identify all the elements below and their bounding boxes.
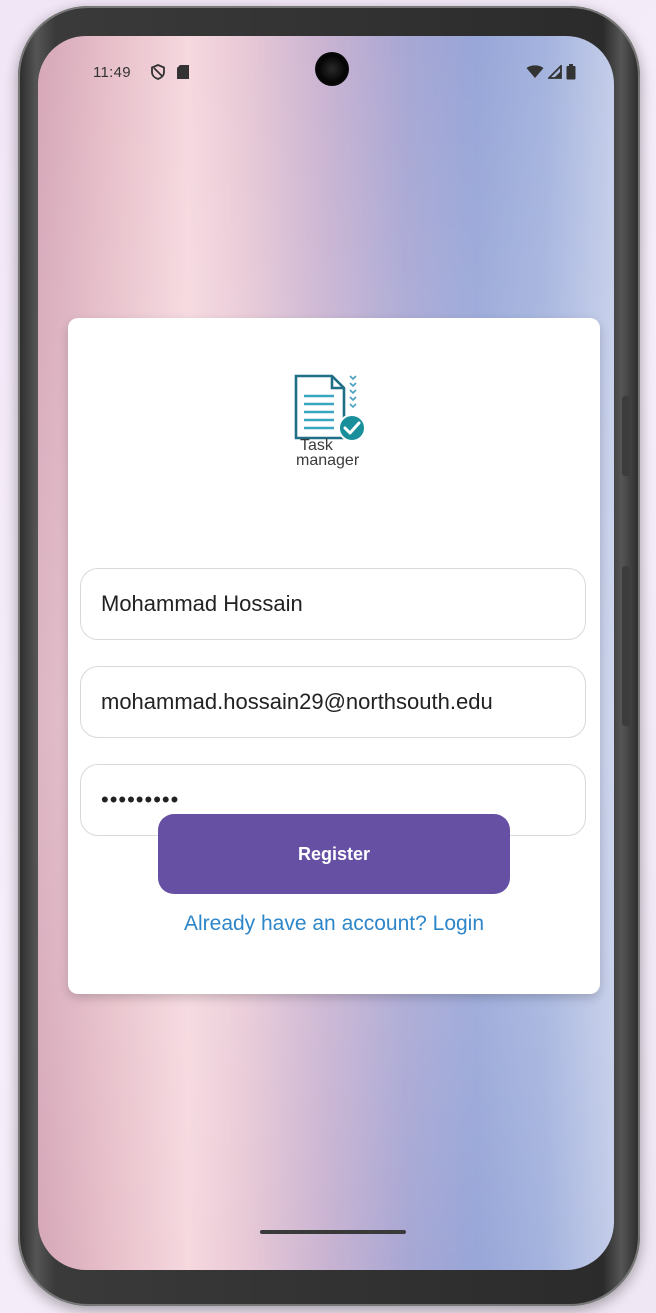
email-field[interactable] — [80, 666, 586, 738]
register-card: Task manager Register Already have an ac… — [68, 318, 600, 994]
home-indicator[interactable] — [260, 1230, 406, 1234]
sd-card-icon — [176, 64, 190, 85]
shield-icon — [150, 64, 166, 85]
front-camera — [315, 52, 349, 86]
signal-icon — [546, 63, 562, 84]
password-input[interactable] — [101, 787, 565, 813]
battery-icon — [566, 64, 576, 85]
status-icons-right — [526, 63, 576, 85]
name-input[interactable] — [101, 591, 565, 617]
task-manager-logo: Task manager — [290, 370, 390, 480]
app-screen: 11:49 Task manager Mohammad Hossain moha… — [38, 36, 614, 1270]
power-button — [622, 566, 630, 726]
email-input[interactable] — [101, 689, 565, 715]
status-icons-left — [150, 64, 190, 85]
status-time: 11:49 — [93, 64, 131, 81]
status-bar: 11:49 — [38, 36, 614, 116]
volume-button — [622, 396, 630, 476]
wifi-icon — [526, 65, 544, 84]
register-button[interactable]: Register — [158, 814, 510, 894]
logo-text: Task manager — [296, 438, 359, 469]
logo-text-manager: manager — [296, 452, 360, 469]
name-field[interactable] — [80, 568, 586, 640]
login-link[interactable]: Already have an account? Login — [68, 912, 600, 936]
